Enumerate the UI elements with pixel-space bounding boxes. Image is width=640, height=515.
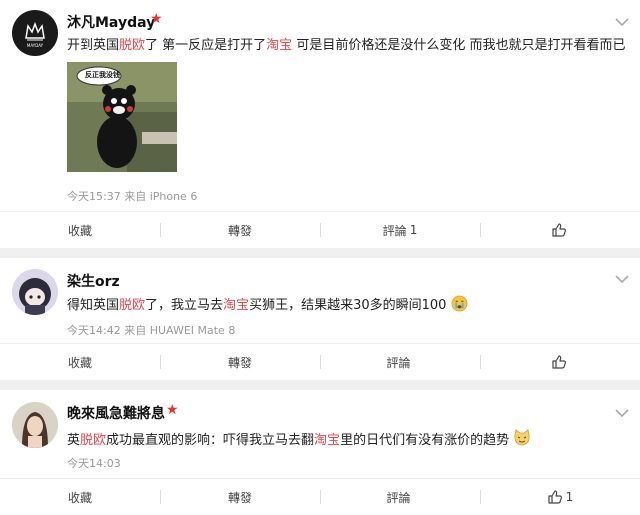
repost-label: 轉發 bbox=[227, 490, 252, 505]
thumbs-up-icon bbox=[548, 490, 562, 504]
repost-button[interactable]: 轉發 bbox=[160, 479, 320, 515]
collect-button[interactable]: 收藏 bbox=[0, 344, 160, 380]
chevron-down-icon[interactable] bbox=[614, 273, 630, 285]
collect-button[interactable]: 收藏 bbox=[0, 212, 160, 248]
keyword-link[interactable]: 淘宝 bbox=[266, 38, 292, 53]
post-text: 英脱欧成功最直观的影响：吓得我立马去翻淘宝里的日代们有没有涨价的趋势 bbox=[67, 429, 531, 450]
keyword-link[interactable]: 脱欧 bbox=[119, 38, 145, 53]
username[interactable]: 染生orz bbox=[67, 271, 120, 291]
comment-label: 評論 bbox=[386, 490, 411, 505]
collect-label: 收藏 bbox=[67, 223, 92, 238]
like-count: 1 bbox=[565, 490, 574, 504]
comment-label: 評論 bbox=[386, 355, 411, 370]
avatar[interactable]: MAYDAY bbox=[12, 10, 58, 56]
vip-badge-icon: ★ bbox=[166, 402, 179, 418]
action-bar: 收藏 轉發 評論 1 bbox=[0, 478, 640, 515]
thumbs-up-icon bbox=[551, 355, 566, 369]
action-bar: 收藏 轉發 評論 1 bbox=[0, 211, 640, 248]
chevron-down-icon[interactable] bbox=[614, 407, 630, 419]
comment-button[interactable]: 評論 bbox=[320, 479, 480, 515]
comment-button[interactable]: 評論 1 bbox=[320, 212, 480, 248]
repost-button[interactable]: 轉發 bbox=[160, 212, 320, 248]
post-card: 染生orz 得知英国脱欧了，我立马去淘宝买狮王，结果越来30多的瞬间100 今天… bbox=[0, 258, 640, 380]
keyword-link[interactable]: 淘宝 bbox=[223, 298, 249, 313]
post-card: MAYDAY 沐凡Mayday ★ 开到英国脱欧了 第一反应是打开了淘宝 可是目… bbox=[0, 0, 640, 248]
comment-count: 1 bbox=[409, 223, 418, 237]
crying-face-icon bbox=[451, 295, 467, 312]
avatar[interactable] bbox=[12, 269, 58, 315]
avatar[interactable] bbox=[12, 402, 58, 448]
username[interactable]: 晚來風急難將息 bbox=[67, 403, 165, 423]
repost-label: 轉發 bbox=[227, 355, 252, 370]
svg-text:MAYDAY: MAYDAY bbox=[27, 43, 44, 48]
post-meta: 今天15:37 来自 iPhone 6 bbox=[67, 190, 198, 203]
post-text: 得知英国脱欧了，我立马去淘宝买狮王，结果越来30多的瞬间100 bbox=[67, 295, 468, 315]
repost-label: 轉發 bbox=[227, 223, 252, 238]
vip-badge-icon: ★ bbox=[150, 11, 163, 27]
comment-label: 評論 bbox=[382, 223, 407, 238]
like-button[interactable]: 1 bbox=[480, 479, 640, 515]
post-image[interactable]: 反正我没钱 bbox=[67, 62, 177, 172]
like-button[interactable] bbox=[480, 212, 640, 248]
post-text: 开到英国脱欧了 第一反应是打开了淘宝 可是目前价格还是没什么变化 而我也就只是打… bbox=[67, 38, 626, 53]
collect-button[interactable]: 收藏 bbox=[0, 479, 160, 515]
collect-label: 收藏 bbox=[67, 490, 92, 505]
username[interactable]: 沐凡Mayday bbox=[67, 12, 155, 32]
action-bar: 收藏 轉發 評論 bbox=[0, 343, 640, 380]
chevron-down-icon[interactable] bbox=[614, 16, 630, 28]
keyword-link[interactable]: 淘宝 bbox=[314, 433, 340, 448]
comment-button[interactable]: 評論 bbox=[320, 344, 480, 380]
image-caption: 反正我没钱 bbox=[85, 71, 120, 79]
cat-face-icon bbox=[514, 429, 530, 446]
collect-label: 收藏 bbox=[67, 355, 92, 370]
keyword-link[interactable]: 脱欧 bbox=[80, 433, 106, 448]
thumbs-up-icon bbox=[551, 223, 566, 237]
repost-button[interactable]: 轉發 bbox=[160, 344, 320, 380]
like-button[interactable] bbox=[480, 344, 640, 380]
post-meta: 今天14:42 来自 HUAWEI Mate 8 bbox=[67, 324, 236, 337]
post-card: 晚來風急難將息 ★ 英脱欧成功最直观的影响：吓得我立马去翻淘宝里的日代们有没有涨… bbox=[0, 390, 640, 515]
post-meta: 今天14:03 bbox=[67, 457, 121, 470]
keyword-link[interactable]: 脱欧 bbox=[119, 298, 145, 313]
